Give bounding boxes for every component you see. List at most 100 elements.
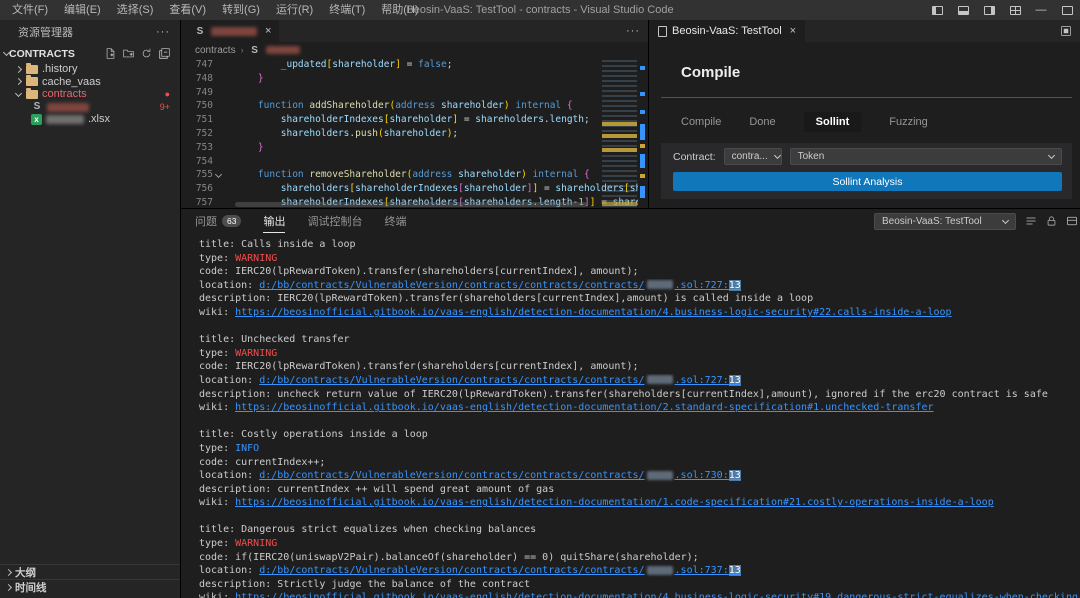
tree-item-cache_vaas[interactable]: cache_vaas (0, 76, 180, 89)
finding-block: title: Unchecked transfertype: WARNINGco… (199, 333, 1080, 415)
output-line: wiki: https://beosinofficial.gitbook.io/… (199, 306, 1080, 320)
code-line: 750 function addShareholder(address shar… (181, 99, 648, 113)
customize-layout-icon[interactable] (1002, 0, 1028, 20)
section-大纲[interactable]: 大纲 (0, 564, 180, 579)
location-link[interactable]: d:/bb/contracts/VulnerableVersion/contra… (259, 470, 741, 481)
solidity-file-icon: S (249, 45, 261, 56)
fold-indicator (213, 86, 224, 100)
location-link[interactable]: d:/bb/contracts/VulnerableVersion/contra… (259, 375, 741, 386)
contract-select[interactable]: contra... (724, 148, 782, 165)
title-bar: 文件(F)编辑(E)选择(S)查看(V)转到(G)运行(R)终端(T)帮助(H)… (0, 0, 1080, 20)
tab-beosin-vaas-testtool[interactable]: Beosin-VaaS: TestTool × (649, 20, 806, 42)
folder-icon (26, 65, 38, 74)
tree-item-.history[interactable]: .history (0, 63, 180, 76)
lock-icon[interactable] (1046, 215, 1057, 227)
file-tree: .historycache_vaascontracts●S9+x.xlsx (0, 63, 180, 126)
toggle-panel-icon[interactable] (950, 0, 976, 20)
finding-type: INFO (235, 443, 259, 454)
explorer-more-actions-icon[interactable]: ··· (156, 26, 170, 38)
code-text (224, 155, 648, 169)
menu-item[interactable]: 查看(V) (161, 0, 214, 20)
token-select[interactable]: Token (790, 148, 1062, 165)
code-text: function removeShareholder(address share… (224, 168, 648, 182)
output-console[interactable]: title: Calls inside a looptype: WARNINGc… (181, 233, 1080, 598)
code-line: 752 shareholders.push(shareholder); (181, 127, 648, 141)
menu-bar: 文件(F)编辑(E)选择(S)查看(V)转到(G)运行(R)终端(T)帮助(H) (0, 0, 427, 20)
panel-tab-终端[interactable]: 终端 (384, 209, 406, 233)
chevron-down-icon (1048, 152, 1055, 159)
wiki-link[interactable]: https://beosinofficial.gitbook.io/vaas-e… (235, 402, 933, 413)
line-number: 751 (181, 113, 213, 127)
output-line: description: uncheck return value of IER… (199, 388, 1080, 402)
fold-indicator[interactable] (213, 168, 224, 182)
code-text: _updated[shareholder] = false; (224, 58, 648, 72)
maximize-panel-icon[interactable] (1066, 215, 1078, 227)
code-text: shareholders.push(shareholder); (224, 127, 648, 141)
fold-indicator (213, 196, 224, 208)
tab-compile[interactable]: Compile (681, 112, 721, 132)
tree-item-.xlsx[interactable]: x.xlsx (0, 113, 180, 126)
code-text: shareholderIndexes[shareholder] = shareh… (224, 113, 648, 127)
tree-item-redacted[interactable]: S9+ (0, 101, 180, 114)
menu-item[interactable]: 运行(R) (268, 0, 321, 20)
output-channel-select[interactable]: Beosin-VaaS: TestTool (874, 213, 1016, 230)
editor-tab-solidity-file[interactable]: S × (181, 20, 280, 42)
fold-indicator (213, 155, 224, 169)
panel-tab-问题[interactable]: 问题63 (195, 209, 241, 233)
close-icon[interactable]: × (265, 25, 271, 37)
menu-item[interactable]: 文件(F) (4, 0, 56, 20)
search-match: 13 (729, 470, 741, 481)
chevron-right-icon (15, 78, 22, 85)
editor-more-actions-icon[interactable]: ··· (626, 20, 648, 42)
panel-tab-调试控制台[interactable]: 调试控制台 (307, 209, 362, 233)
chevron-down-icon (1002, 216, 1009, 223)
sollint-analysis-button[interactable]: Sollint Analysis (673, 172, 1062, 191)
code-text: } (224, 141, 648, 155)
section-时间线[interactable]: 时间线 (0, 579, 180, 594)
close-icon[interactable]: × (790, 25, 796, 37)
tab-done[interactable]: Done (749, 112, 775, 132)
sidebar-bottom-sections: 大纲时间线 (0, 564, 180, 594)
new-file-icon[interactable] (105, 48, 116, 59)
clear-output-icon[interactable] (1025, 215, 1037, 227)
section-contracts[interactable]: CONTRACTS (0, 44, 180, 63)
menu-item[interactable]: 编辑(E) (56, 0, 109, 20)
location-link[interactable]: d:/bb/contracts/VulnerableVersion/contra… (259, 565, 741, 576)
menu-item[interactable]: 转到(G) (214, 0, 268, 20)
tab-sollint[interactable]: Sollint (804, 112, 862, 132)
wiki-link[interactable]: https://beosinofficial.gitbook.io/vaas-e… (235, 592, 1080, 598)
code-line: 754 (181, 155, 648, 169)
toggle-secondary-sidebar-icon[interactable] (976, 0, 1002, 20)
output-line: code: IERC20(lpRewardToken).transfer(sha… (199, 360, 1080, 374)
chevron-right-icon (5, 568, 12, 575)
split-editor-icon[interactable] (1060, 20, 1080, 42)
panel-tab-输出[interactable]: 输出 (263, 209, 285, 233)
minimap[interactable] (602, 60, 637, 208)
code-line: 749 (181, 86, 648, 100)
line-number: 748 (181, 72, 213, 86)
editor-group: S × ··· contracts › S 747 _updated[share… (181, 20, 649, 208)
toggle-sidebar-icon[interactable] (924, 0, 950, 20)
output-line: title: Dangerous strict equalizes when c… (199, 523, 1080, 537)
menu-item[interactable]: 选择(S) (109, 0, 162, 20)
location-link[interactable]: d:/bb/contracts/VulnerableVersion/contra… (259, 280, 741, 291)
tab-fuzzing[interactable]: Fuzzing (889, 112, 928, 132)
minimize-button[interactable]: — (1028, 0, 1054, 20)
problems-count-badge: 63 (222, 215, 241, 227)
wiki-link[interactable]: https://beosinofficial.gitbook.io/vaas-e… (235, 497, 994, 508)
collapse-all-icon[interactable] (159, 48, 170, 59)
horizontal-scrollbar[interactable] (235, 202, 587, 207)
wiki-link[interactable]: https://beosinofficial.gitbook.io/vaas-e… (235, 307, 951, 318)
code-editor[interactable]: 747 _updated[shareholder] = false;748 }7… (181, 58, 648, 208)
section-label: 时间线 (15, 580, 47, 595)
line-number: 747 (181, 58, 213, 72)
panel-tab-bar: 问题63 输出调试控制台终端 Beosin-VaaS: TestTool (181, 209, 1080, 233)
line-number: 755 (181, 168, 213, 182)
menu-item[interactable]: 终端(T) (321, 0, 373, 20)
new-folder-icon[interactable] (123, 48, 134, 59)
tree-item-contracts[interactable]: contracts● (0, 88, 180, 101)
breadcrumb[interactable]: contracts › S (181, 42, 648, 58)
maximize-button[interactable] (1054, 0, 1080, 20)
solidity-file-icon: S (31, 101, 43, 114)
refresh-icon[interactable] (141, 48, 152, 59)
